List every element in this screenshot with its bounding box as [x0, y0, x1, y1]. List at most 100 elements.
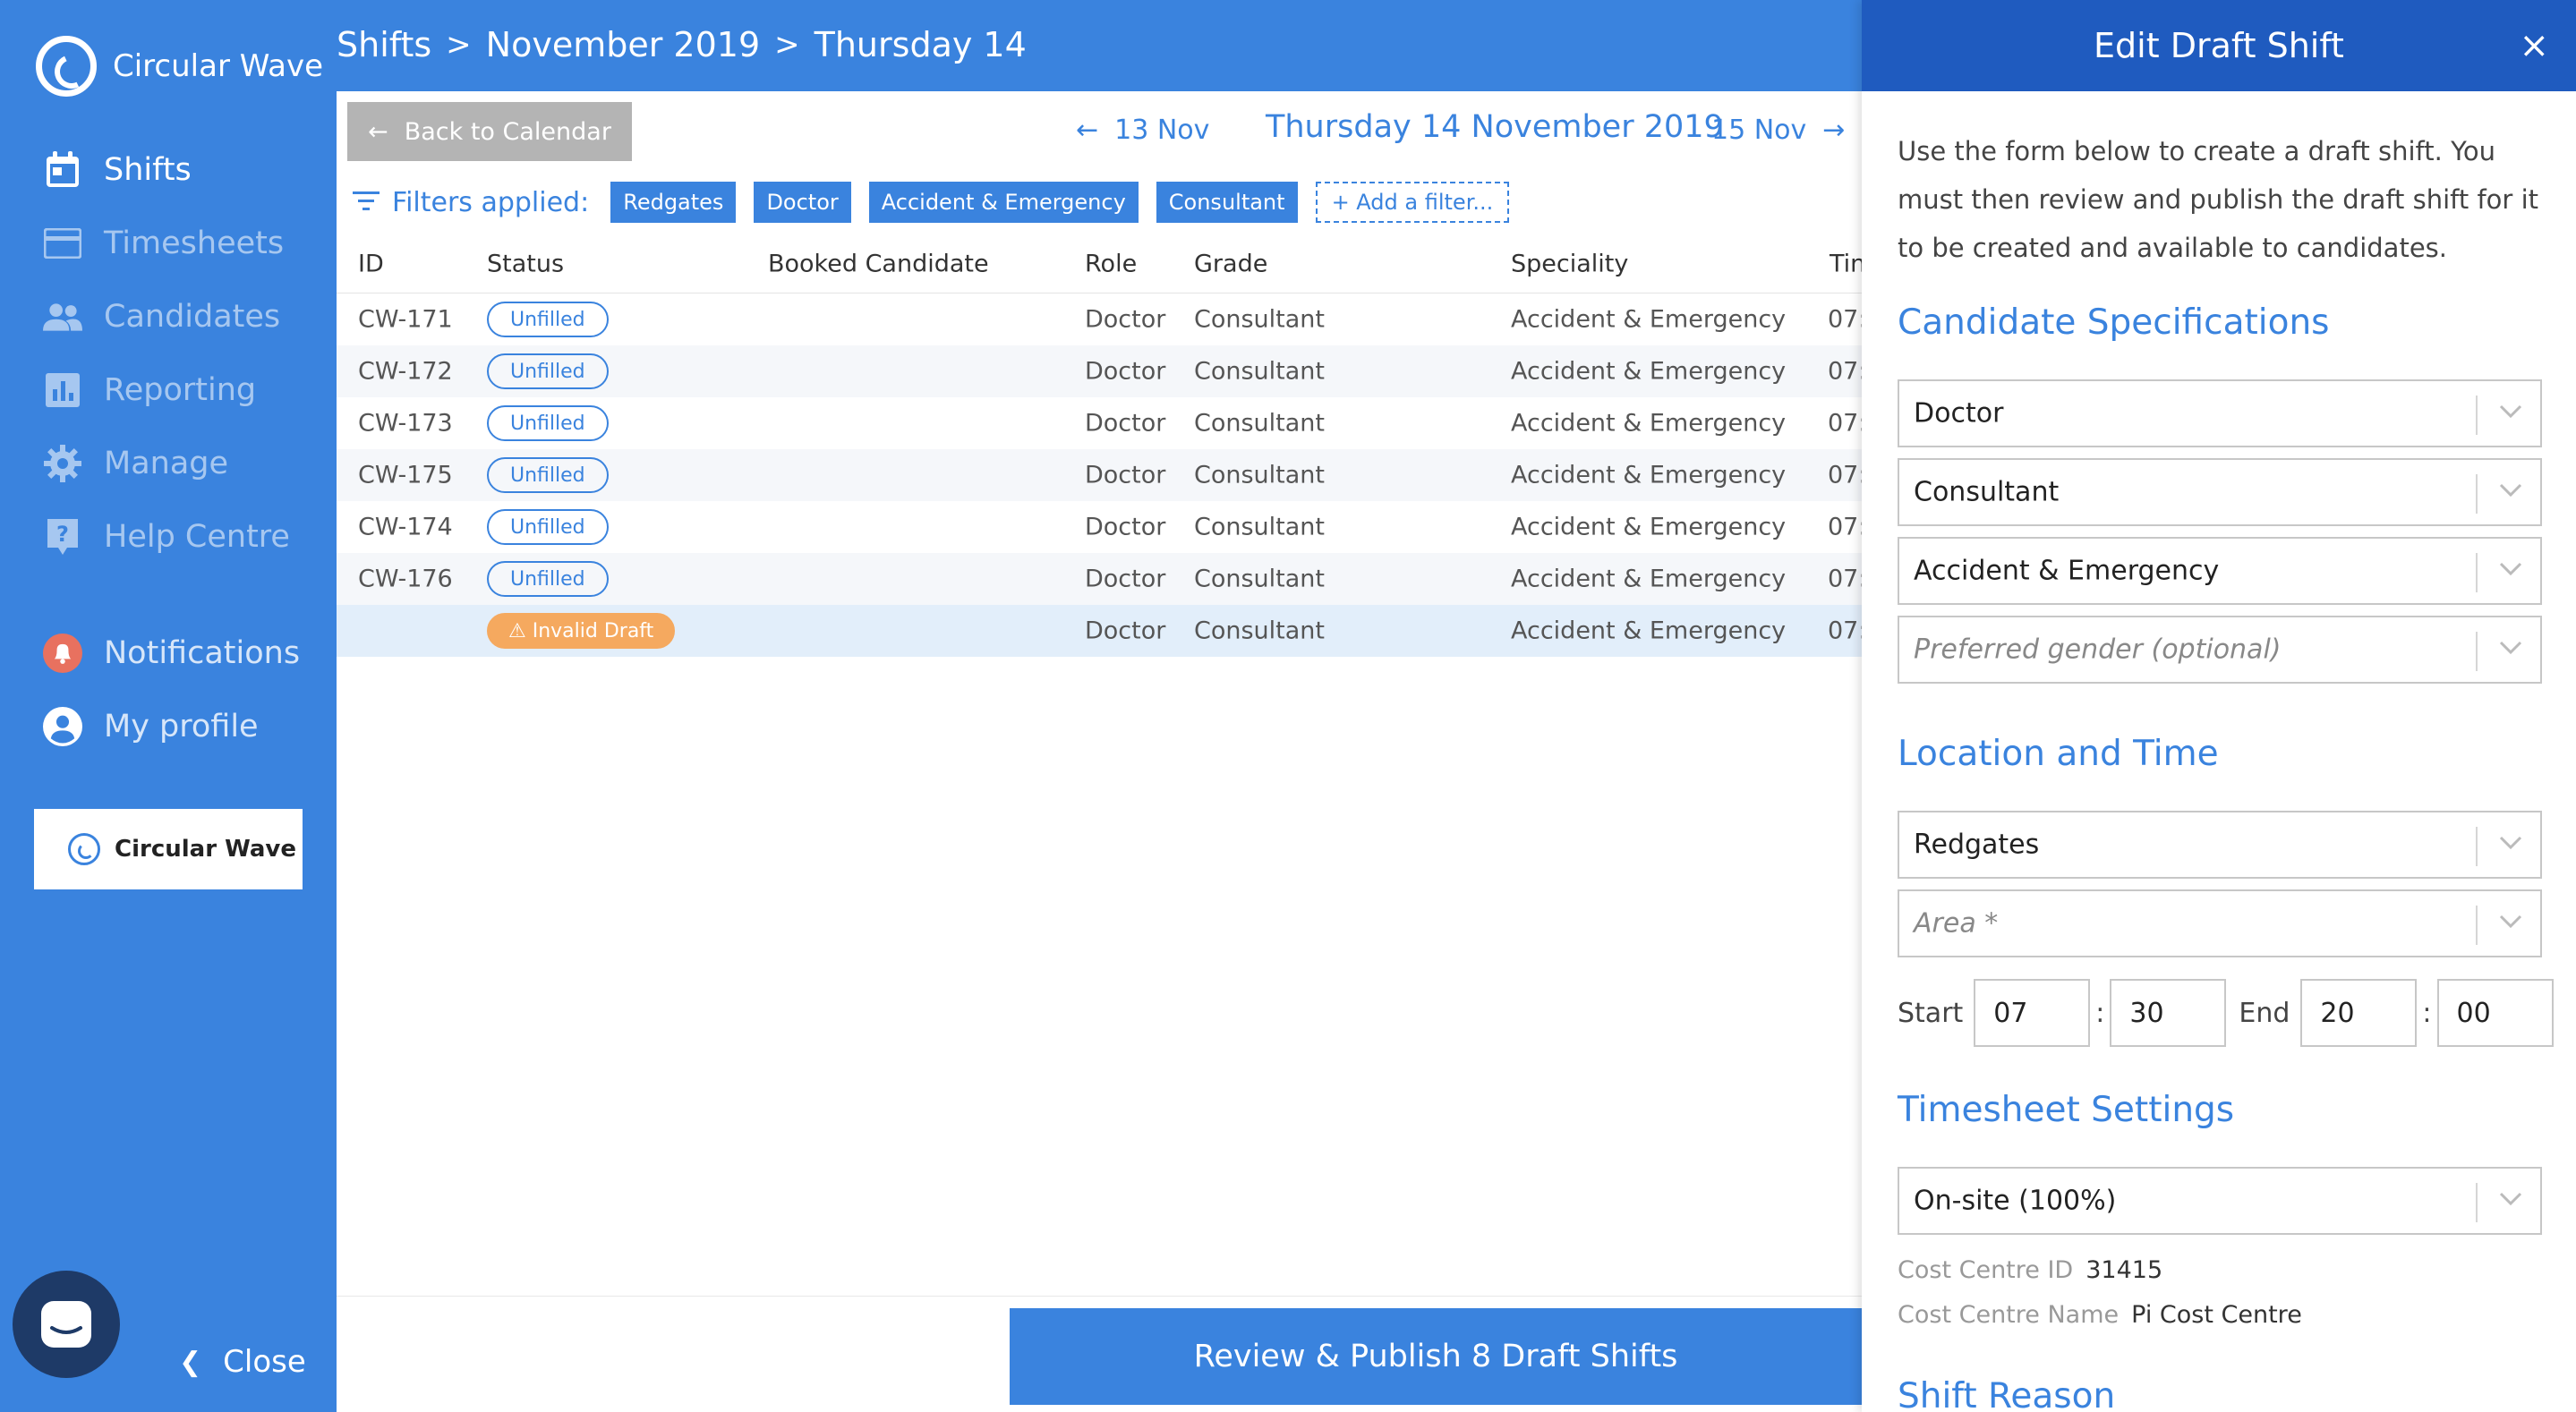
- panel-body: Use the form below to create a draft shi…: [1862, 91, 2576, 1412]
- start-minute-input[interactable]: 30: [2110, 979, 2227, 1047]
- chevron-down-icon: [2499, 836, 2522, 854]
- organisation-card[interactable]: Circular Wave: [34, 809, 303, 889]
- cell-speciality: Accident & Emergency: [1511, 565, 1787, 593]
- add-filter-button[interactable]: + Add a filter...: [1315, 182, 1510, 223]
- area-select[interactable]: Area *: [1898, 889, 2542, 957]
- brand[interactable]: Circular Wave: [36, 36, 323, 97]
- cell-grade: Consultant: [1194, 617, 1325, 645]
- review-publish-button[interactable]: Review & Publish 8 Draft Shifts: [1010, 1308, 1862, 1405]
- calendar-icon: [43, 150, 82, 190]
- table-row[interactable]: CW-175 Unfilled Doctor Consultant Accide…: [337, 449, 1866, 501]
- preferred-gender-select[interactable]: Preferred gender (optional): [1898, 616, 2542, 684]
- table-row[interactable]: CW-176 Unfilled Doctor Consultant Accide…: [337, 553, 1866, 605]
- cell-id: CW-176: [358, 565, 453, 593]
- card-icon: [43, 224, 82, 263]
- cell-role: Doctor: [1085, 617, 1166, 645]
- speciality-select[interactable]: Accident & Emergency: [1898, 537, 2542, 605]
- table-row[interactable]: CW-172 Unfilled Doctor Consultant Accide…: [337, 345, 1866, 397]
- cell-role: Doctor: [1085, 461, 1166, 489]
- end-hour-input[interactable]: 20: [2300, 979, 2418, 1047]
- cell-time: 07:: [1828, 513, 1867, 541]
- next-day-link[interactable]: 15 Nov →: [1711, 115, 1845, 146]
- nav-label: Shifts: [104, 152, 192, 188]
- filter-chip-speciality[interactable]: Accident & Emergency: [868, 182, 1139, 223]
- cell-id: CW-171: [358, 305, 453, 334]
- grade-select[interactable]: Consultant: [1898, 458, 2542, 526]
- nav-help-centre[interactable]: ? Help Centre: [43, 512, 290, 562]
- invalid-draft-badge: ⚠ Invalid Draft: [487, 613, 676, 649]
- nav-notifications[interactable]: Notifications: [43, 628, 300, 678]
- section-shift-reason: Shift Reason: [1898, 1376, 2116, 1412]
- nav-my-profile[interactable]: My profile: [43, 702, 259, 752]
- breadcrumb-separator-icon: >: [446, 27, 472, 63]
- cell-role: Doctor: [1085, 565, 1166, 593]
- breadcrumb-separator-icon: >: [774, 27, 800, 63]
- table-row[interactable]: CW-173 Unfilled Doctor Consultant Accide…: [337, 397, 1866, 449]
- site-select[interactable]: Redgates: [1898, 811, 2542, 879]
- collapse-sidebar-button[interactable]: ❮ Close: [179, 1344, 306, 1380]
- filter-chip-grade[interactable]: Consultant: [1156, 182, 1298, 223]
- column-header-status[interactable]: Status: [487, 250, 564, 277]
- edit-draft-shift-panel: Edit Draft Shift × Use the form below to…: [1862, 0, 2576, 1412]
- nav-label: Timesheets: [104, 225, 285, 261]
- back-to-calendar-button[interactable]: ← Back to Calendar: [347, 102, 632, 161]
- previous-day-link[interactable]: ← 13 Nov: [1076, 115, 1209, 146]
- column-header-role[interactable]: Role: [1085, 250, 1137, 277]
- table-header: ID Status Booked Candidate Role Grade Sp…: [337, 234, 1865, 293]
- table-row[interactable]: CW-174 Unfilled Doctor Consultant Accide…: [337, 501, 1866, 553]
- cell-id: CW-175: [358, 461, 453, 489]
- filter-bar: Filters applied: Redgates Doctor Acciden…: [353, 181, 1510, 224]
- cell-time: 07:: [1828, 617, 1867, 645]
- cost-centre-name-label: Cost Centre Name: [1898, 1301, 2120, 1329]
- start-hour-input[interactable]: 07: [1974, 979, 2091, 1047]
- breadcrumb-shifts[interactable]: Shifts: [337, 25, 431, 64]
- filter-chip-role[interactable]: Doctor: [754, 182, 851, 223]
- column-header-booked-candidate[interactable]: Booked Candidate: [768, 250, 989, 277]
- role-select[interactable]: Doctor: [1898, 379, 2542, 447]
- table-row[interactable]: CW-171 Unfilled Doctor Consultant Accide…: [337, 293, 1866, 345]
- start-label: Start: [1898, 997, 1964, 1029]
- timesheet-select[interactable]: On-site (100%): [1898, 1167, 2542, 1235]
- filter-icon: [353, 190, 380, 215]
- close-label: Close: [223, 1344, 306, 1380]
- brand-logo-icon: [36, 36, 97, 97]
- close-icon[interactable]: ×: [2519, 25, 2549, 66]
- main-content: ← Back to Calendar ← 13 Nov Thursday 14 …: [337, 91, 1866, 1412]
- cell-id: CW-174: [358, 513, 453, 541]
- nav-timesheets[interactable]: Timesheets: [43, 218, 284, 268]
- filters-label: Filters applied:: [392, 186, 590, 218]
- column-header-speciality[interactable]: Speciality: [1511, 250, 1628, 277]
- chevron-left-icon: ❮: [179, 1346, 202, 1378]
- column-header-grade[interactable]: Grade: [1194, 250, 1267, 277]
- cell-time: 07:: [1828, 305, 1867, 334]
- column-header-id[interactable]: ID: [358, 250, 384, 277]
- cell-time: 07:: [1828, 357, 1867, 386]
- nav-candidates[interactable]: Candidates: [43, 292, 280, 342]
- cell-role: Doctor: [1085, 305, 1166, 334]
- chat-button[interactable]: [13, 1271, 120, 1378]
- cell-speciality: Accident & Emergency: [1511, 409, 1787, 438]
- speciality-select-value: Accident & Emergency: [1914, 555, 2220, 587]
- table-row-selected[interactable]: ⚠ Invalid Draft Doctor Consultant Accide…: [337, 605, 1866, 657]
- filter-chip-site[interactable]: Redgates: [610, 182, 737, 223]
- footer-divider: [337, 1296, 1862, 1297]
- section-candidate-specifications: Candidate Specifications: [1898, 302, 2330, 343]
- cost-centre-id: Cost Centre ID 31415: [1898, 1256, 2162, 1284]
- time-range-row: Start 07 : 30 End 20 : 00: [1898, 979, 2554, 1047]
- breadcrumb-month[interactable]: November 2019: [486, 25, 760, 64]
- gear-icon: [43, 444, 82, 483]
- nav-shifts[interactable]: Shifts: [43, 145, 192, 195]
- header-bar: Shifts > November 2019 > Thursday 14: [337, 0, 1862, 91]
- section-timesheet-settings: Timesheet Settings: [1898, 1090, 2235, 1130]
- column-header-time[interactable]: Tin: [1830, 250, 1865, 277]
- cell-time: 07:: [1828, 565, 1867, 593]
- status-badge: Unfilled: [487, 509, 609, 545]
- breadcrumb-day: Thursday 14: [814, 25, 1027, 64]
- end-minute-input[interactable]: 00: [2436, 979, 2554, 1047]
- nav-manage[interactable]: Manage: [43, 438, 228, 489]
- chevron-down-icon: [2499, 1192, 2522, 1210]
- nav-reporting[interactable]: Reporting: [43, 365, 256, 415]
- cell-grade: Consultant: [1194, 513, 1325, 541]
- cell-grade: Consultant: [1194, 357, 1325, 386]
- status-badge: Unfilled: [487, 353, 609, 389]
